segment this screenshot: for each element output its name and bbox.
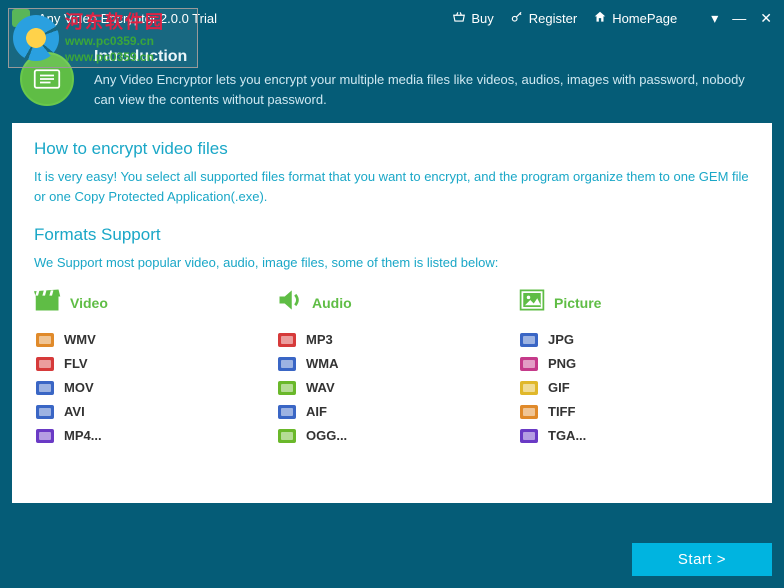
format-label: AIF [306, 404, 327, 419]
audio-label: Audio [312, 295, 352, 311]
format-item: TGA... [520, 428, 750, 443]
format-item: OGG... [278, 428, 508, 443]
intro-section: Introduction Any Video Encryptor lets yo… [0, 36, 784, 123]
format-label: OGG... [306, 428, 347, 443]
homepage-label: HomePage [612, 11, 677, 26]
video-list: WMV FLV MOV AVI MP4... [34, 332, 266, 443]
format-label: PNG [548, 356, 576, 371]
format-icon [520, 333, 538, 347]
video-column: Video WMV FLV MOV AVI MP4... [34, 287, 266, 443]
format-label: FLV [64, 356, 88, 371]
picture-header: Picture [518, 287, 750, 318]
format-label: AVI [64, 404, 85, 419]
intro-body: Any Video Encryptor lets you encrypt you… [94, 70, 760, 109]
format-label: GIF [548, 380, 570, 395]
format-item: GIF [520, 380, 750, 395]
audio-header: Audio [276, 287, 508, 318]
format-label: TIFF [548, 404, 575, 419]
basket-icon [452, 10, 466, 27]
app-title: Any Video Encryptor 2.0.0 Trial [38, 11, 217, 26]
format-icon [278, 429, 296, 443]
close-icon[interactable]: ✕ [760, 10, 772, 27]
start-button[interactable]: Start > [632, 543, 772, 576]
formats-heading: Formats Support [34, 225, 750, 245]
audio-list: MP3 WMA WAV AIF OGG... [276, 332, 508, 443]
format-label: MOV [64, 380, 94, 395]
formats-body: We Support most popular video, audio, im… [34, 253, 750, 273]
intro-icon [20, 52, 74, 106]
format-columns: Video WMV FLV MOV AVI MP4... Audio MP3 WMA WAV… [34, 287, 750, 443]
format-icon [278, 357, 296, 371]
content-card: How to encrypt video files It is very ea… [12, 123, 772, 503]
format-item: AIF [278, 404, 508, 419]
format-label: TGA... [548, 428, 586, 443]
format-icon [36, 429, 54, 443]
picture-label: Picture [554, 295, 601, 311]
home-icon [593, 10, 607, 27]
format-icon [36, 333, 54, 347]
howto-heading: How to encrypt video files [34, 139, 750, 159]
minimize-icon[interactable]: — [732, 10, 746, 26]
titlebar: Any Video Encryptor 2.0.0 Trial Buy Regi… [0, 0, 784, 36]
speaker-icon [276, 287, 304, 318]
format-item: AVI [36, 404, 266, 419]
format-item: WMV [36, 332, 266, 347]
window-controls: ▾ — ✕ [711, 10, 772, 27]
format-item: FLV [36, 356, 266, 371]
format-icon [278, 405, 296, 419]
intro-heading: Introduction [94, 48, 760, 66]
format-item: WAV [278, 380, 508, 395]
format-label: JPG [548, 332, 574, 347]
picture-icon [518, 287, 546, 318]
format-item: PNG [520, 356, 750, 371]
format-item: MP3 [278, 332, 508, 347]
howto-body: It is very easy! You select all supporte… [34, 167, 750, 207]
titlebar-actions: Buy Register HomePage ▾ — ✕ [452, 10, 772, 27]
format-icon [520, 381, 538, 395]
format-label: MP3 [306, 332, 333, 347]
format-label: WMA [306, 356, 339, 371]
format-icon [520, 405, 538, 419]
video-header: Video [34, 287, 266, 318]
app-icon [12, 9, 30, 27]
format-item: JPG [520, 332, 750, 347]
buy-link[interactable]: Buy [452, 10, 493, 27]
format-item: TIFF [520, 404, 750, 419]
format-label: WMV [64, 332, 96, 347]
audio-column: Audio MP3 WMA WAV AIF OGG... [276, 287, 508, 443]
format-item: MOV [36, 380, 266, 395]
format-icon [520, 357, 538, 371]
clapboard-icon [34, 287, 62, 318]
format-icon [278, 381, 296, 395]
picture-list: JPG PNG GIF TIFF TGA... [518, 332, 750, 443]
register-link[interactable]: Register [510, 10, 577, 27]
format-icon [36, 405, 54, 419]
video-label: Video [70, 295, 108, 311]
buy-label: Buy [471, 11, 493, 26]
key-icon [510, 10, 524, 27]
format-label: WAV [306, 380, 335, 395]
dropdown-icon[interactable]: ▾ [711, 10, 718, 27]
bottom-bar: Start > [632, 543, 772, 576]
picture-column: Picture JPG PNG GIF TIFF TGA... [518, 287, 750, 443]
format-item: MP4... [36, 428, 266, 443]
format-icon [278, 333, 296, 347]
register-label: Register [529, 11, 577, 26]
format-icon [520, 429, 538, 443]
format-item: WMA [278, 356, 508, 371]
homepage-link[interactable]: HomePage [593, 10, 677, 27]
format-icon [36, 381, 54, 395]
format-label: MP4... [64, 428, 102, 443]
format-icon [36, 357, 54, 371]
intro-text: Introduction Any Video Encryptor lets yo… [94, 48, 760, 109]
